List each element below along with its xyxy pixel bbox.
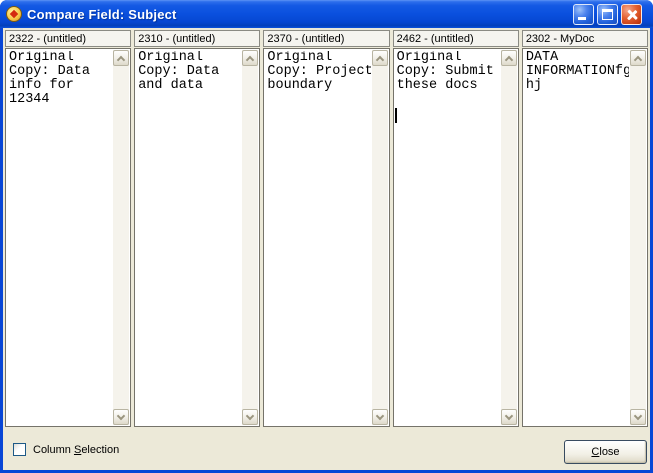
chevron-down-icon (505, 411, 513, 419)
scroll-down-button[interactable] (372, 409, 388, 425)
column-header[interactable]: 2322 - (untitled) (5, 30, 131, 47)
scroll-up-button[interactable] (113, 50, 129, 66)
column-selection-row[interactable]: Column Selection (13, 443, 119, 456)
chevron-down-icon (634, 411, 642, 419)
compare-column-1: 2322 - (untitled) Original Copy: Data in… (5, 30, 131, 427)
chevron-up-icon (505, 55, 513, 63)
compare-app-icon (6, 6, 22, 22)
scroll-up-button[interactable] (372, 50, 388, 66)
chevron-down-icon (117, 411, 125, 419)
maximize-button[interactable] (597, 4, 618, 25)
minimize-icon (578, 17, 586, 20)
compare-column-5: 2302 - MyDoc DATA INFORMATIONfg hj (522, 30, 648, 427)
dialog-footer: Column Selection Close (3, 427, 650, 470)
vertical-scrollbar[interactable] (242, 50, 258, 425)
column-text-area[interactable]: Original Copy: Submit these docs (393, 48, 519, 427)
close-window-button[interactable] (621, 4, 642, 25)
column-text-area[interactable]: DATA INFORMATIONfg hj (522, 48, 648, 427)
column-header[interactable]: 2462 - (untitled) (393, 30, 519, 47)
checkbox-label[interactable]: Column Selection (33, 444, 119, 456)
column-text-area[interactable]: Original Copy: Project boundary (263, 48, 389, 427)
window-title: Compare Field: Subject (27, 7, 177, 22)
column-text[interactable]: Original Copy: Data info for 12344 (9, 51, 112, 424)
vertical-scrollbar[interactable] (372, 50, 388, 425)
compare-column-2: 2310 - (untitled) Original Copy: Data an… (134, 30, 260, 427)
column-selection-checkbox[interactable] (13, 443, 26, 456)
vertical-scrollbar[interactable] (630, 50, 646, 425)
column-header[interactable]: 2302 - MyDoc (522, 30, 648, 47)
column-header[interactable]: 2310 - (untitled) (134, 30, 260, 47)
scroll-up-button[interactable] (501, 50, 517, 66)
column-text[interactable]: DATA INFORMATIONfg hj (526, 51, 629, 424)
title-bar[interactable]: Compare Field: Subject (0, 0, 653, 28)
column-text-area[interactable]: Original Copy: Data info for 12344 (5, 48, 131, 427)
column-text-area[interactable]: Original Copy: Data and data (134, 48, 260, 427)
text-caret (395, 108, 397, 123)
column-text[interactable]: Original Copy: Submit these docs (397, 51, 500, 424)
close-button[interactable]: Close (564, 440, 647, 464)
scroll-up-button[interactable] (242, 50, 258, 66)
vertical-scrollbar[interactable] (113, 50, 129, 425)
chevron-down-icon (246, 411, 254, 419)
scroll-down-button[interactable] (242, 409, 258, 425)
column-header[interactable]: 2370 - (untitled) (263, 30, 389, 47)
minimize-button[interactable] (573, 4, 594, 25)
chevron-up-icon (117, 55, 125, 63)
chevron-down-icon (375, 411, 383, 419)
dialog-client-area: 2322 - (untitled) Original Copy: Data in… (3, 28, 650, 470)
chevron-up-icon (634, 55, 642, 63)
compare-column-3: 2370 - (untitled) Original Copy: Project… (263, 30, 389, 427)
maximize-icon (602, 9, 613, 20)
close-icon (622, 5, 641, 24)
chevron-up-icon (375, 55, 383, 63)
scroll-up-button[interactable] (630, 50, 646, 66)
compare-columns: 2322 - (untitled) Original Copy: Data in… (3, 28, 650, 427)
scroll-down-button[interactable] (630, 409, 646, 425)
dialog-window: Compare Field: Subject 2322 - (untitled)… (0, 0, 653, 473)
compare-column-4: 2462 - (untitled) Original Copy: Submit … (393, 30, 519, 427)
column-text[interactable]: Original Copy: Data and data (138, 51, 241, 424)
window-controls (573, 4, 642, 25)
scroll-down-button[interactable] (113, 409, 129, 425)
scroll-down-button[interactable] (501, 409, 517, 425)
vertical-scrollbar[interactable] (501, 50, 517, 425)
column-text[interactable]: Original Copy: Project boundary (267, 51, 370, 424)
chevron-up-icon (246, 55, 254, 63)
